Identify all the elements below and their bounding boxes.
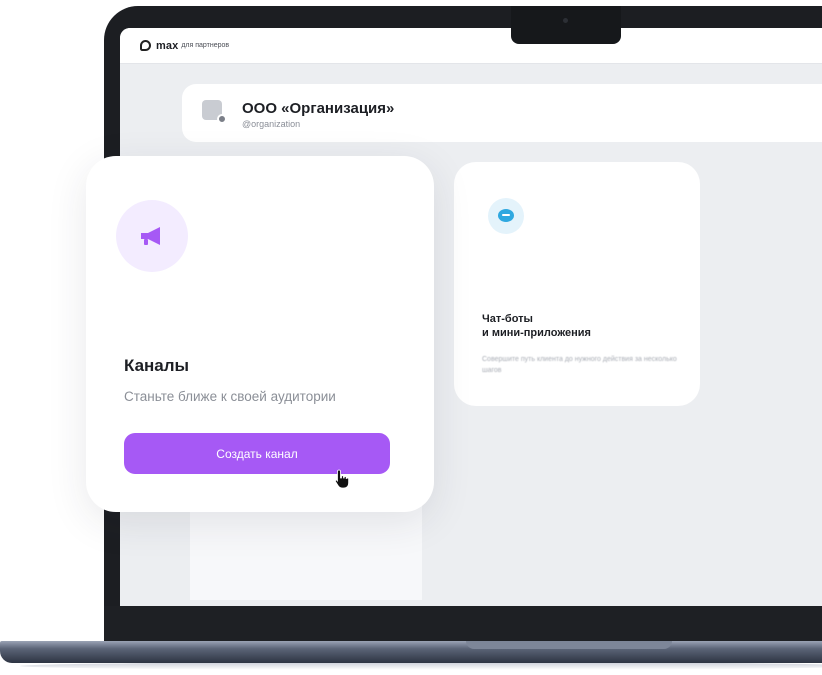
organization-name: ООО «Организация» [242, 100, 395, 117]
channels-card[interactable]: Каналы Станьте ближе к своей аудитории С… [86, 156, 434, 512]
chatbots-title-line2: и мини-приложения [482, 327, 591, 339]
create-channel-button[interactable]: Создать канал [124, 433, 390, 474]
chatbots-icon-wrap [488, 198, 524, 234]
chatbots-card[interactable]: Чат-боты и мини-приложения Совершите пут… [454, 162, 700, 406]
channels-icon-wrap [116, 200, 188, 272]
camera-icon [563, 18, 568, 23]
channels-subtitle: Станьте ближе к своей аудитории [124, 389, 336, 404]
logo-text[interactable]: max [156, 40, 178, 52]
organization-header[interactable]: ООО «Организация» @organization [182, 84, 822, 142]
channels-title: Каналы [124, 356, 190, 375]
laptop-base [0, 641, 822, 663]
chat-bubble-icon [498, 209, 514, 222]
chatbots-title: Чат-боты и мини-приложения [482, 312, 692, 340]
hand-cursor-icon [334, 469, 349, 489]
laptop-bottom-bezel [104, 606, 822, 646]
logo-subtitle: для партнеров [181, 42, 230, 49]
max-logo-icon [140, 40, 151, 51]
avatar-status-icon [217, 114, 227, 124]
chatbots-description: Совершите путь клиента до нужного действ… [482, 356, 677, 374]
laptop-base-groove [466, 641, 672, 649]
app-header: max для партнеров [120, 28, 822, 64]
laptop-shadow [20, 662, 822, 670]
laptop-mockup: max для партнеров ООО «Организация» @org… [0, 0, 822, 675]
chatbots-title-line1: Чат-боты [482, 313, 533, 325]
organization-handle: @organization [242, 119, 301, 129]
camera-notch [511, 6, 621, 44]
megaphone-icon [141, 227, 160, 245]
